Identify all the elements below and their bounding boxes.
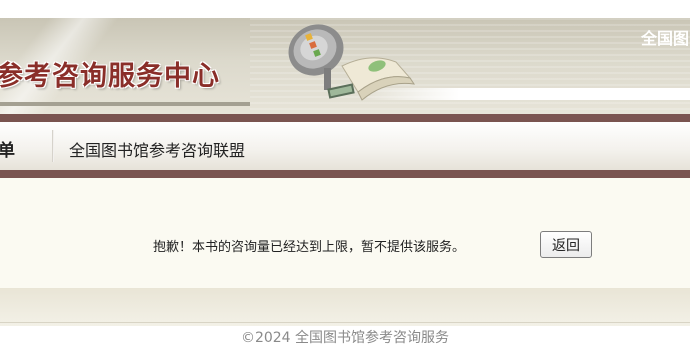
top-link[interactable]: 全国图	[641, 25, 689, 49]
nav-item-alliance[interactable]: 全国图书馆参考咨询联盟	[69, 137, 245, 161]
back-button[interactable]: 返回	[540, 231, 592, 258]
title-underline	[0, 102, 250, 106]
limit-message: 抱歉！本书的咨询量已经达到上限，暂不提供该服务。	[153, 240, 466, 255]
nav-inner: 单 全国图书馆参考咨询联盟	[0, 122, 690, 170]
site-title: 参考咨询服务中心	[0, 61, 220, 92]
footer-copyright: ©2024 全国图书馆参考咨询服务	[240, 330, 450, 346]
nav-item-menu[interactable]: 单	[0, 136, 15, 161]
band-divider	[0, 322, 690, 323]
content-bottom-band	[0, 288, 690, 326]
nav-bar: 单 全国图书馆参考咨询联盟	[0, 114, 690, 178]
main-content: 抱歉！本书的咨询量已经达到上限，暂不提供该服务。 返回	[0, 178, 690, 288]
nav-divider	[52, 130, 54, 162]
dish-logo-icon	[284, 22, 424, 108]
